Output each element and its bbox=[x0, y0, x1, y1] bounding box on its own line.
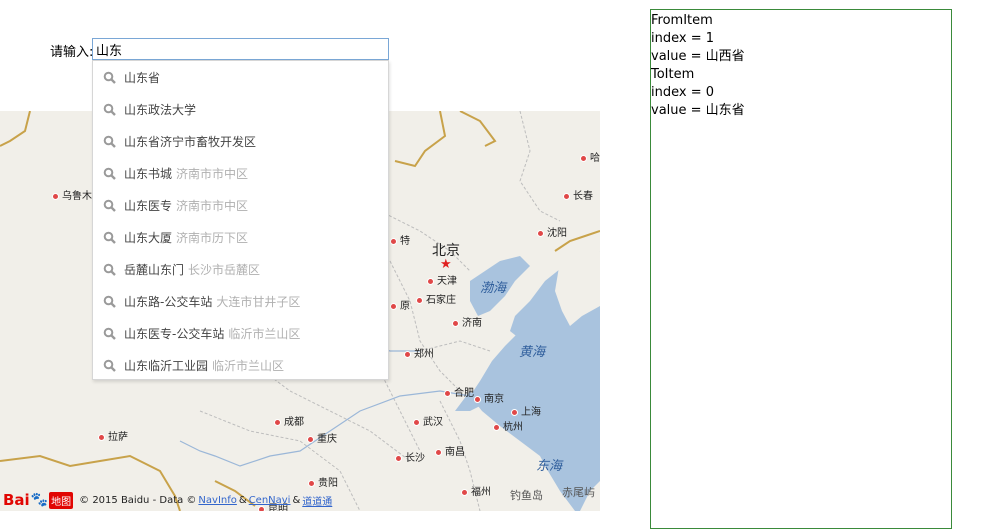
search-icon bbox=[103, 295, 116, 308]
log-line: FromItem bbox=[651, 13, 713, 28]
city-shanghai[interactable]: 上海 bbox=[511, 403, 541, 418]
city-chengdu[interactable]: 成都 bbox=[274, 413, 304, 428]
city-wuhan[interactable]: 武汉 bbox=[413, 413, 443, 428]
search-icon bbox=[103, 327, 116, 340]
suggestion-dropdown: 山东省 山东政法大学 山东省济宁市畜牧开发区 山东书城 济南市市中区 山东医专 济南… bbox=[92, 60, 389, 380]
log-line: value = 山西省 bbox=[651, 49, 745, 64]
sea-bohai: 渤海 bbox=[480, 281, 507, 296]
log-line: ToItem bbox=[651, 67, 695, 82]
search-icon bbox=[103, 103, 116, 116]
city-huhehaote[interactable]: 特 bbox=[390, 232, 410, 247]
suggestion-item[interactable]: 山东书城 济南市市中区 bbox=[93, 157, 388, 189]
copyright-text: © 2015 Baidu - Data © bbox=[79, 494, 197, 506]
city-shijiazhuang[interactable]: 石家庄 bbox=[416, 291, 456, 306]
baidu-paw-icon: 🐾 bbox=[30, 492, 49, 508]
city-shenyang[interactable]: 沈阳 bbox=[537, 224, 567, 239]
log-line: index = 0 bbox=[651, 85, 714, 100]
daodaotong-link[interactable]: 道道通 bbox=[302, 493, 332, 508]
sea-donghai: 东海 bbox=[536, 459, 563, 474]
city-nanjing[interactable]: 南京 bbox=[474, 390, 504, 405]
city-haerbin[interactable]: 哈 bbox=[580, 149, 600, 164]
city-changsha[interactable]: 长沙 bbox=[395, 449, 425, 464]
city-tianjin[interactable]: 天津 bbox=[427, 272, 457, 287]
suggestion-item[interactable]: 山东省济宁市畜牧开发区 bbox=[93, 125, 388, 157]
log-line: value = 山东省 bbox=[651, 103, 745, 118]
city-changchun[interactable]: 长春 bbox=[563, 187, 593, 202]
suggestion-item[interactable]: 山东医专-公交车站 临沂市兰山区 bbox=[93, 317, 388, 349]
suggestion-item[interactable]: 岳麓山东门 长沙市岳麓区 bbox=[93, 253, 388, 285]
search-label: 请输入: bbox=[50, 45, 94, 60]
city-zhengzhou[interactable]: 郑州 bbox=[404, 345, 434, 360]
suggestion-item[interactable]: 山东路-公交车站 大连市甘井子区 bbox=[93, 285, 388, 317]
navinfo-link[interactable]: NavInfo bbox=[198, 495, 236, 506]
search-icon bbox=[103, 135, 116, 148]
city-guiyang[interactable]: 贵阳 bbox=[308, 474, 338, 489]
search-icon bbox=[103, 199, 116, 212]
log-line: index = 1 bbox=[651, 31, 714, 46]
suggestion-item[interactable]: 山东政法大学 bbox=[93, 93, 388, 125]
city-nanchang[interactable]: 南昌 bbox=[435, 443, 465, 458]
search-input[interactable] bbox=[92, 38, 389, 60]
city-hangzhou[interactable]: 杭州 bbox=[493, 418, 523, 433]
city-jinan[interactable]: 济南 bbox=[452, 314, 482, 329]
baidu-map-logo[interactable]: Bai 🐾 地图 bbox=[3, 491, 74, 509]
city-lasa[interactable]: 拉萨 bbox=[98, 428, 128, 443]
search-icon bbox=[103, 263, 116, 276]
capital-star-icon: ★ bbox=[440, 257, 452, 272]
search-icon bbox=[103, 71, 116, 84]
map-copyright: Bai 🐾 地图 © 2015 Baidu - Data © NavInfo &… bbox=[3, 491, 333, 509]
suggestion-item[interactable]: 山东大厦 济南市历下区 bbox=[93, 221, 388, 253]
cennavi-link[interactable]: CenNavi bbox=[249, 495, 291, 506]
suggestion-item[interactable]: 山东临沂工业园 临沂市兰山区 bbox=[93, 349, 388, 381]
search-icon bbox=[103, 231, 116, 244]
city-urumqi[interactable]: 乌鲁木 bbox=[52, 187, 92, 202]
sea-huanghai: 黄海 bbox=[519, 345, 546, 360]
search-icon bbox=[103, 167, 116, 180]
city-taiyuan[interactable]: 原 bbox=[390, 297, 410, 312]
city-chongqing[interactable]: 重庆 bbox=[307, 430, 337, 445]
suggestion-item[interactable]: 山东医专 济南市市中区 bbox=[93, 189, 388, 221]
suggestion-item[interactable]: 山东省 bbox=[93, 61, 388, 93]
search-icon bbox=[103, 359, 116, 372]
city-hefei[interactable]: 合肥 bbox=[444, 384, 474, 399]
event-log-panel: FromItem index = 1 value = 山西省 ToItem in… bbox=[650, 9, 952, 529]
